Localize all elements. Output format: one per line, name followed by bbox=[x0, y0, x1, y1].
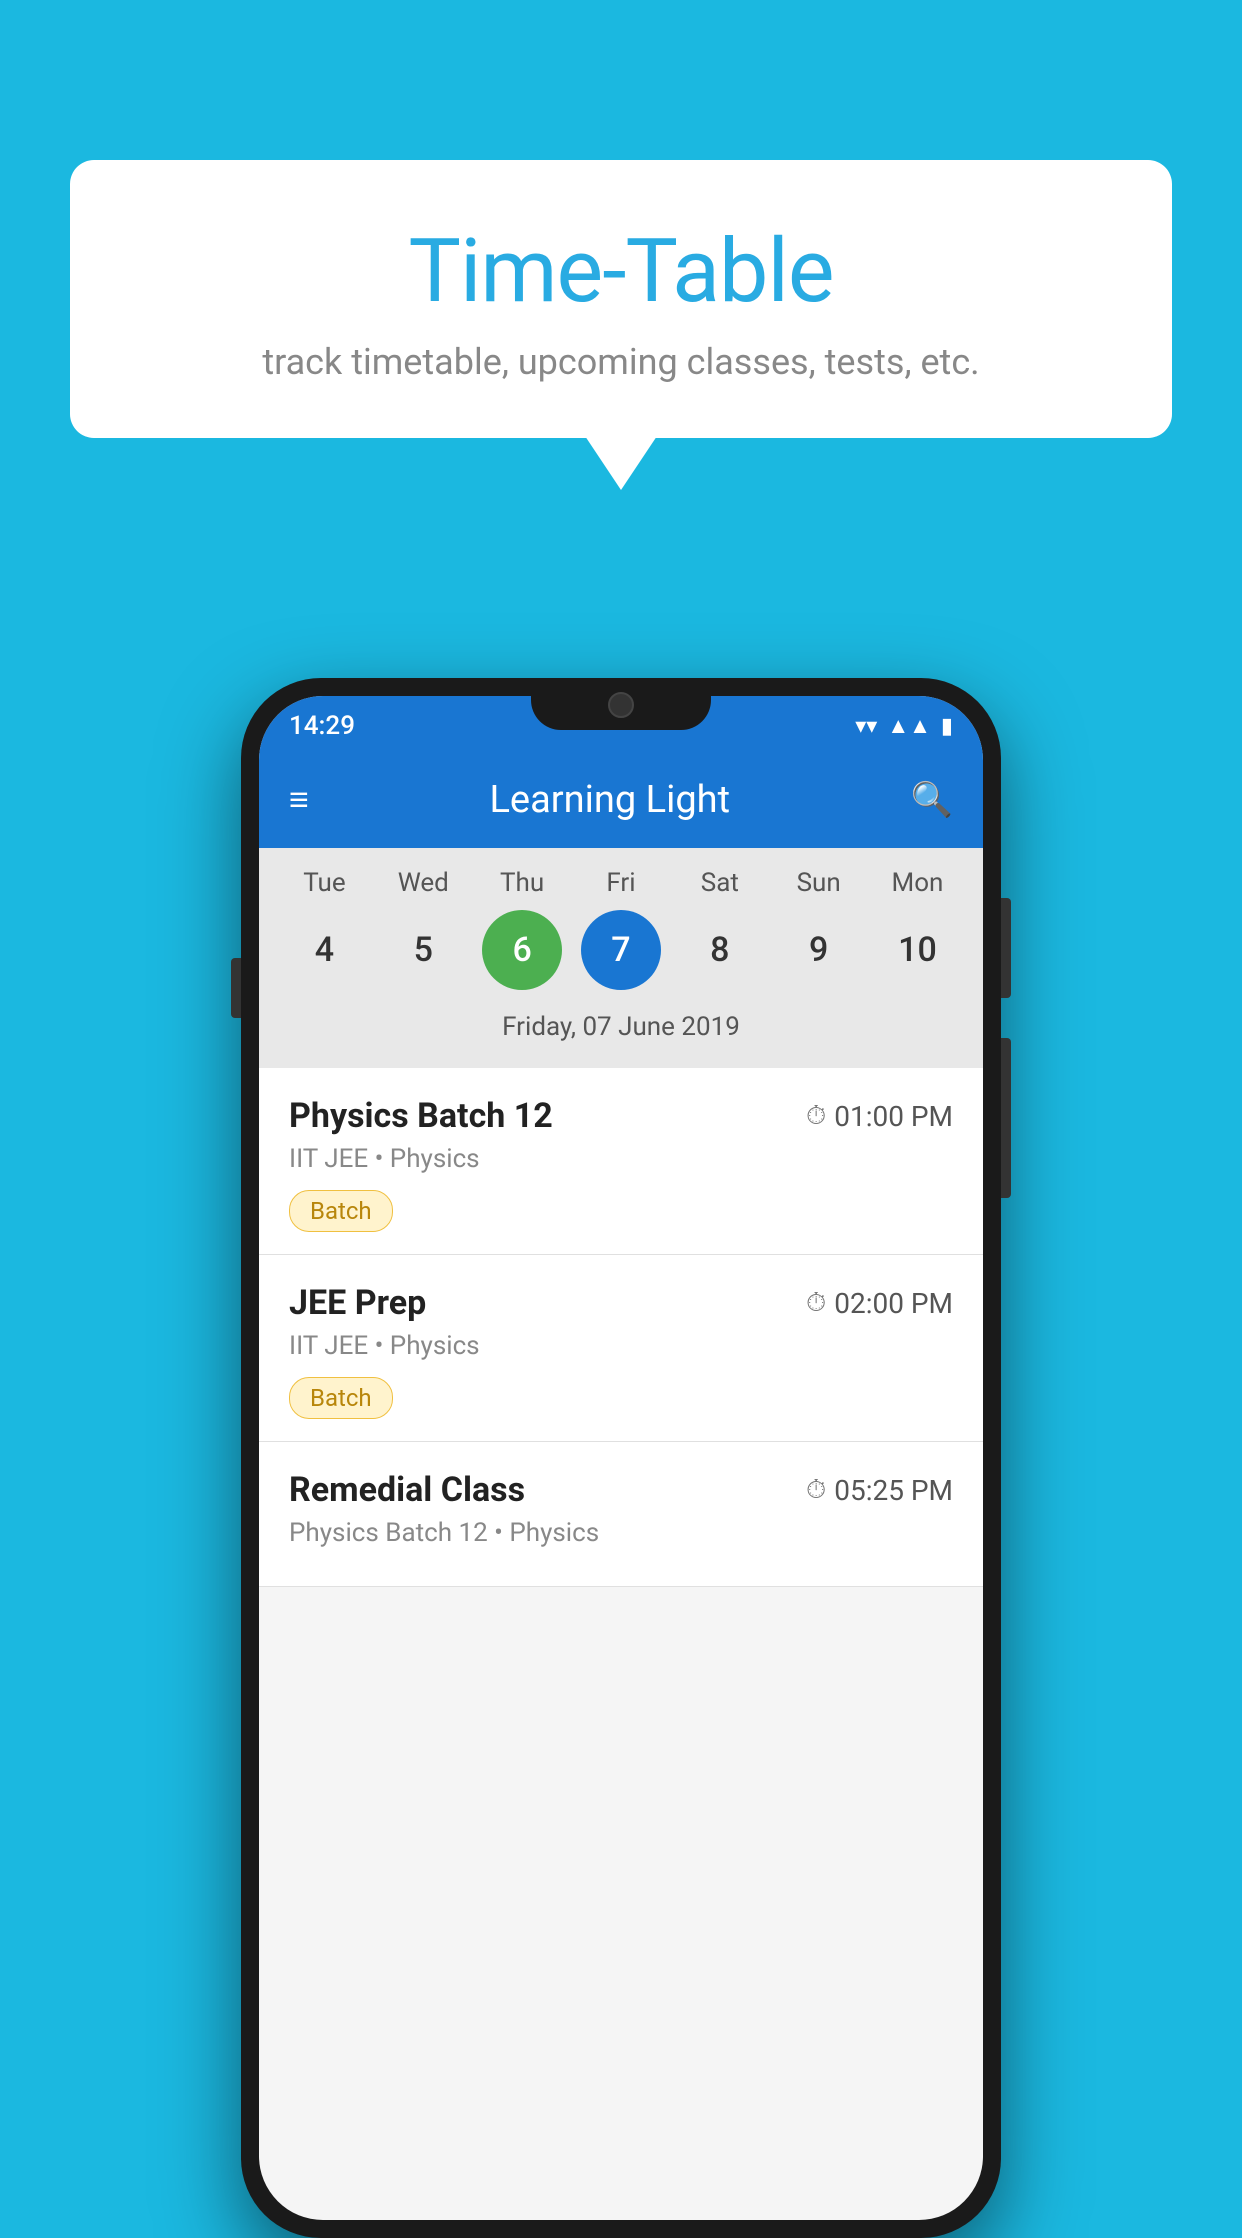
day-header-sat: Sat bbox=[680, 868, 760, 898]
phone-frame: 14:29 ▾▾ ▲▲ ▮ ≡ Learning Light 🔍 TueWedT… bbox=[241, 678, 1001, 2238]
schedule-item-header-1: JEE Prep ⏱ 02:00 PM bbox=[289, 1283, 953, 1323]
day-header-sun: Sun bbox=[779, 868, 859, 898]
schedule-item-subtitle-2: Physics Batch 12 • Physics bbox=[289, 1518, 953, 1548]
schedule-item-0[interactable]: Physics Batch 12 ⏱ 01:00 PM IIT JEE • Ph… bbox=[259, 1068, 983, 1255]
schedule-item-subtitle-0: IIT JEE • Physics bbox=[289, 1144, 953, 1174]
side-button-power bbox=[1001, 898, 1011, 998]
day-number-6[interactable]: 6 bbox=[482, 910, 562, 990]
schedule-item-title-0: Physics Batch 12 bbox=[289, 1096, 553, 1136]
battery-icon: ▮ bbox=[941, 714, 953, 739]
side-button-volume-right bbox=[1001, 1038, 1011, 1198]
calendar-date-label: Friday, 07 June 2019 bbox=[259, 1004, 983, 1058]
day-header-fri: Fri bbox=[581, 868, 661, 898]
day-number-7[interactable]: 7 bbox=[581, 910, 661, 990]
batch-tag-0: Batch bbox=[289, 1190, 393, 1232]
day-number-4[interactable]: 4 bbox=[284, 910, 364, 990]
day-number-10[interactable]: 10 bbox=[877, 910, 957, 990]
day-number-5[interactable]: 5 bbox=[383, 910, 463, 990]
schedule-item-time-0: ⏱ 01:00 PM bbox=[806, 1100, 953, 1133]
signal-icon: ▲▲ bbox=[887, 713, 931, 739]
hamburger-icon[interactable]: ≡ bbox=[289, 783, 309, 817]
day-number-8[interactable]: 8 bbox=[680, 910, 760, 990]
front-camera bbox=[608, 692, 634, 718]
status-time: 14:29 bbox=[289, 711, 355, 741]
wifi-icon: ▾▾ bbox=[855, 714, 877, 739]
schedule-item-header-2: Remedial Class ⏱ 05:25 PM bbox=[289, 1470, 953, 1510]
clock-icon-0: ⏱ bbox=[806, 1101, 826, 1132]
day-header-thu: Thu bbox=[482, 868, 562, 898]
phone-outer: 14:29 ▾▾ ▲▲ ▮ ≡ Learning Light 🔍 TueWedT… bbox=[241, 678, 1001, 2238]
phone-screen: 14:29 ▾▾ ▲▲ ▮ ≡ Learning Light 🔍 TueWedT… bbox=[259, 696, 983, 2220]
schedule-item-time-1: ⏱ 02:00 PM bbox=[806, 1287, 953, 1320]
day-numbers: 45678910 bbox=[259, 910, 983, 990]
schedule-item-time-2: ⏱ 05:25 PM bbox=[806, 1474, 953, 1507]
day-number-9[interactable]: 9 bbox=[779, 910, 859, 990]
calendar-strip: Tue Wed Thu Fri Sat Sun Mon 45678910 Friday, 0… bbox=[259, 848, 983, 1068]
search-icon[interactable]: 🔍 bbox=[911, 780, 953, 820]
app-bar: ≡ Learning Light 🔍 bbox=[259, 752, 983, 848]
schedule-item-1[interactable]: JEE Prep ⏱ 02:00 PM IIT JEE • Physics Ba… bbox=[259, 1255, 983, 1442]
app-title: Learning Light bbox=[333, 778, 887, 822]
bubble-title: Time-Table bbox=[120, 220, 1122, 323]
day-header-mon: Mon bbox=[877, 868, 957, 898]
schedule-item-header-0: Physics Batch 12 ⏱ 01:00 PM bbox=[289, 1096, 953, 1136]
speech-bubble: Time-Table track timetable, upcoming cla… bbox=[70, 160, 1172, 438]
day-header-wed: Wed bbox=[383, 868, 463, 898]
phone-notch bbox=[531, 678, 711, 730]
schedule-item-title-1: JEE Prep bbox=[289, 1283, 426, 1323]
clock-icon-1: ⏱ bbox=[806, 1288, 826, 1319]
side-button-volume bbox=[231, 958, 241, 1018]
status-icons: ▾▾ ▲▲ ▮ bbox=[855, 713, 953, 739]
batch-tag-1: Batch bbox=[289, 1377, 393, 1419]
schedule-item-title-2: Remedial Class bbox=[289, 1470, 525, 1510]
speech-bubble-container: Time-Table track timetable, upcoming cla… bbox=[70, 160, 1172, 438]
schedule-item-2[interactable]: Remedial Class ⏱ 05:25 PM Physics Batch … bbox=[259, 1442, 983, 1587]
day-headers: Tue Wed Thu Fri Sat Sun Mon bbox=[259, 868, 983, 898]
clock-icon-2: ⏱ bbox=[806, 1475, 826, 1506]
bubble-subtitle: track timetable, upcoming classes, tests… bbox=[120, 341, 1122, 383]
schedule-item-subtitle-1: IIT JEE • Physics bbox=[289, 1331, 953, 1361]
day-header-tue: Tue bbox=[284, 868, 364, 898]
schedule-list: Physics Batch 12 ⏱ 01:00 PM IIT JEE • Ph… bbox=[259, 1068, 983, 1587]
